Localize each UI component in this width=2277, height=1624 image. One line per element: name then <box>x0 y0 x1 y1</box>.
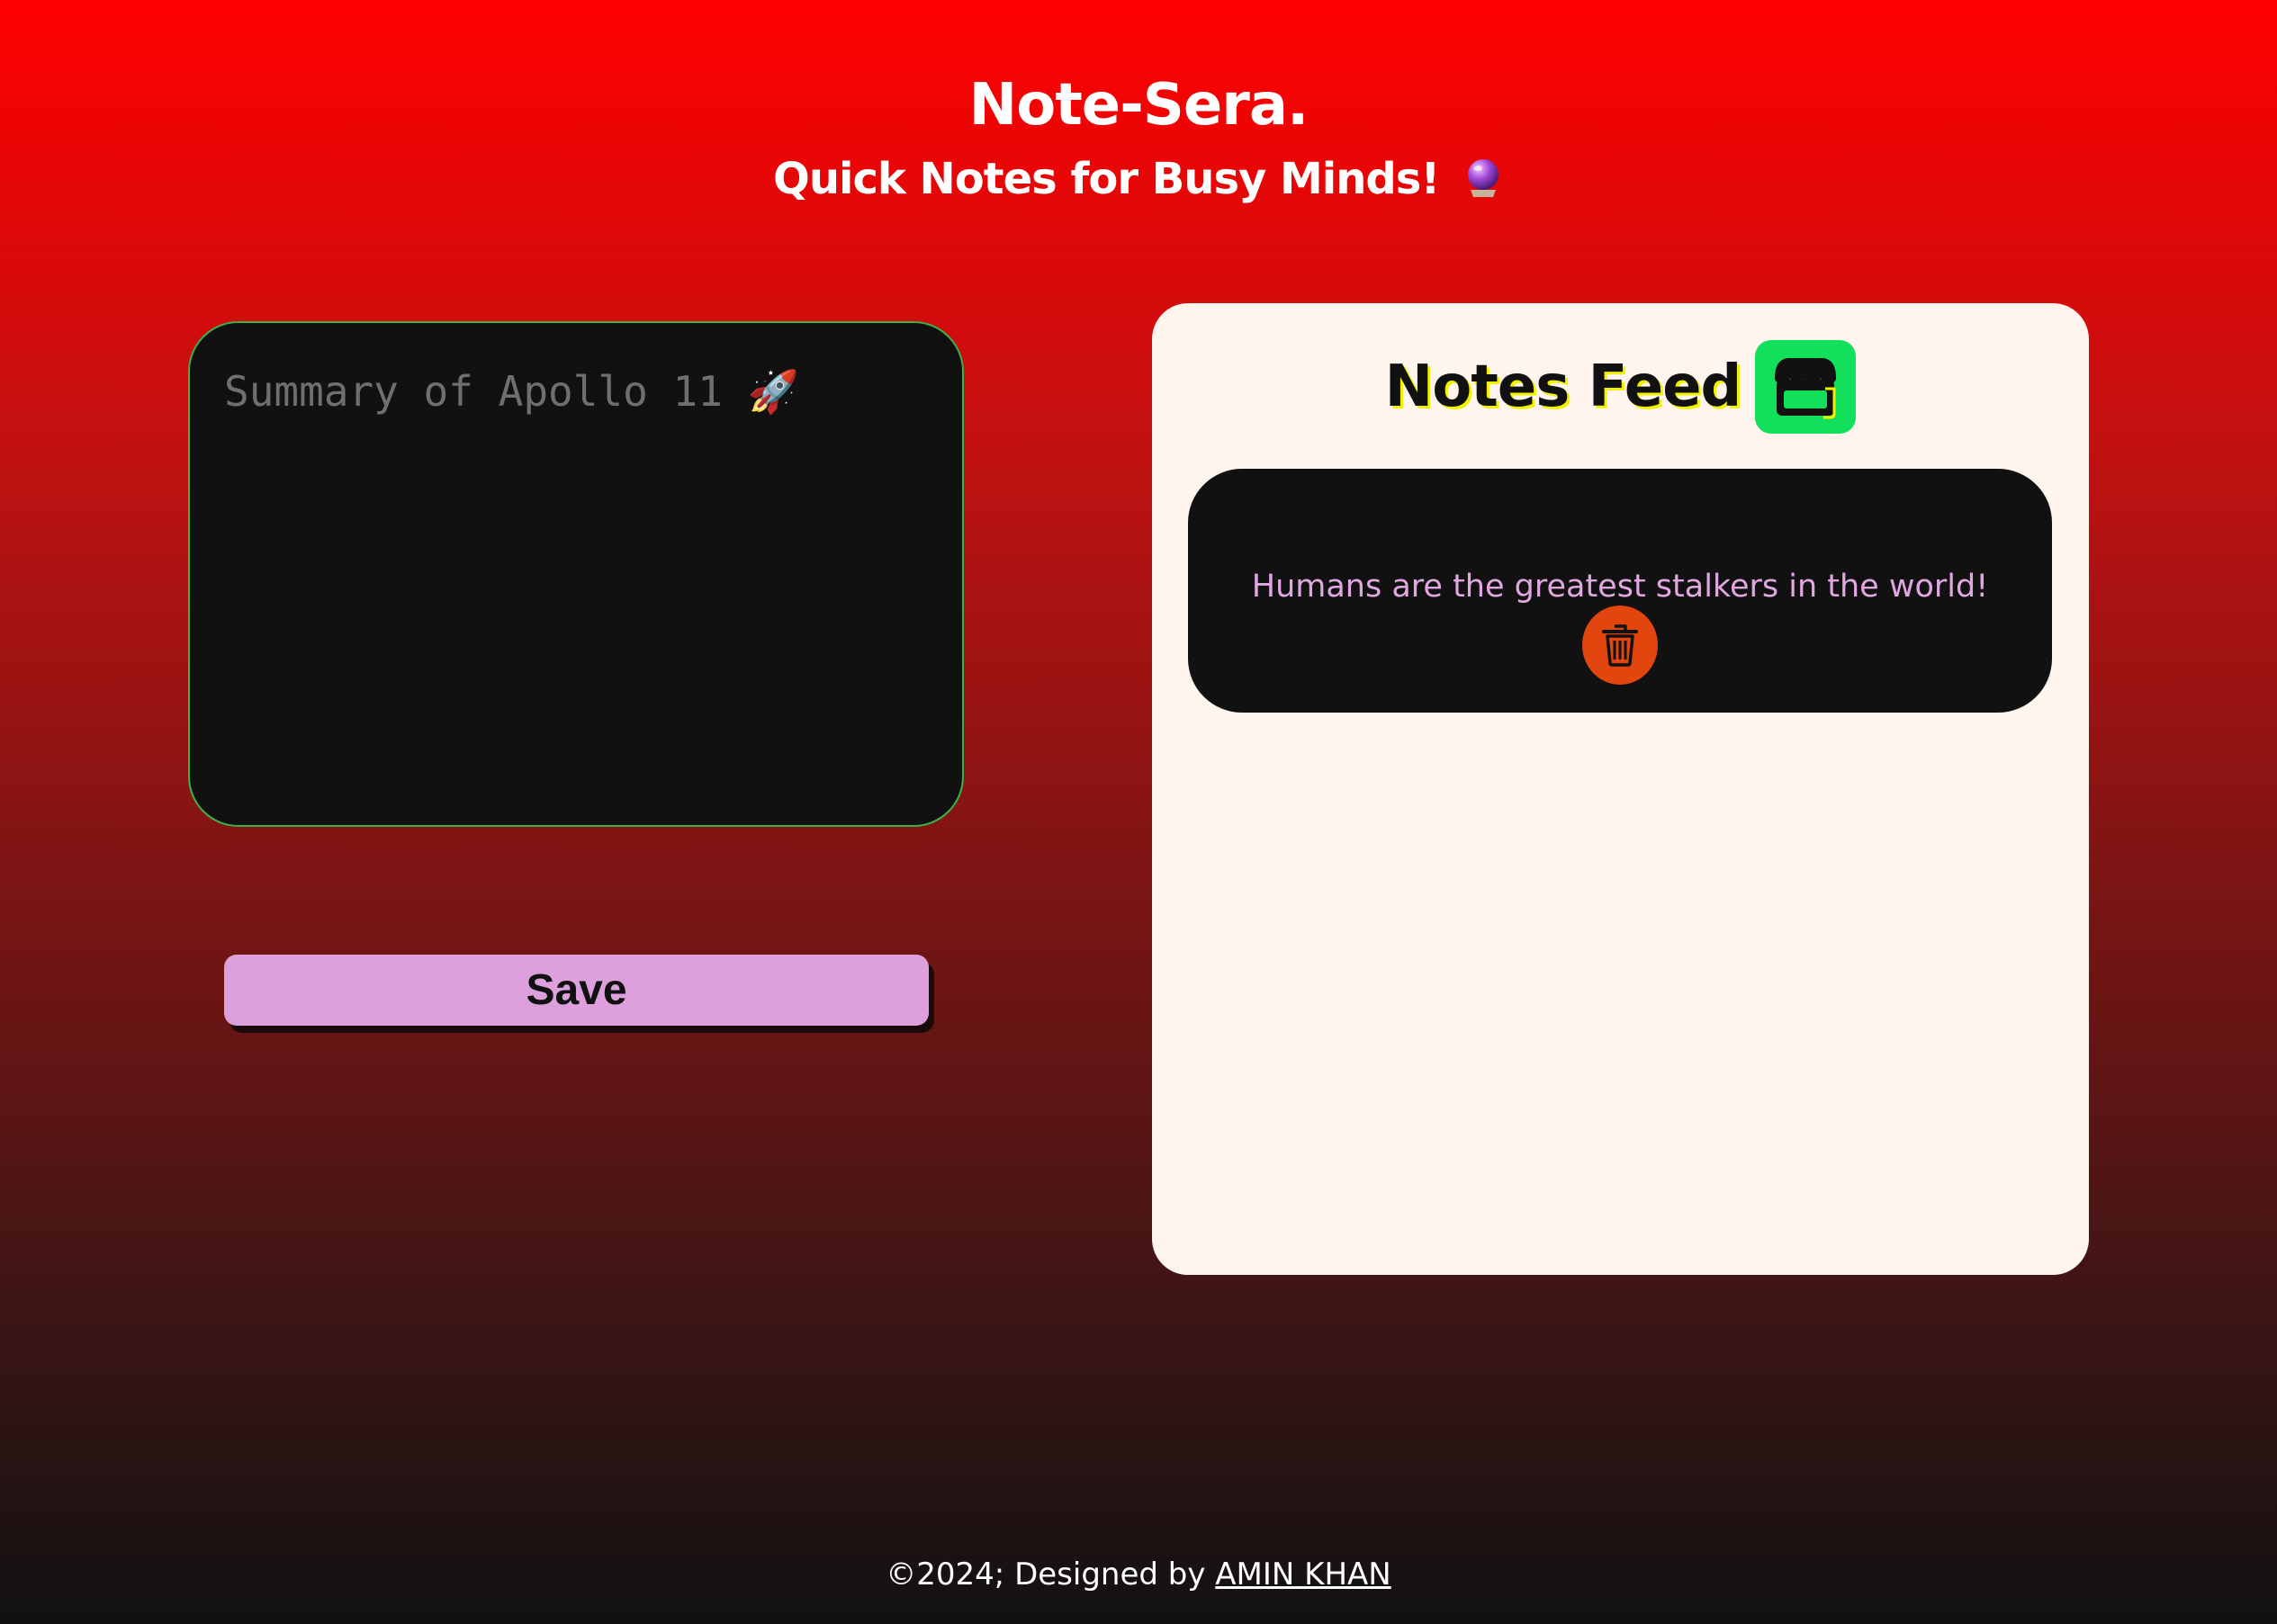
notes-feed-panel: Notes Feed Humans are the greatest stalk… <box>1152 303 2089 1275</box>
note-card: Humans are the greatest stalkers in the … <box>1188 469 2052 713</box>
page-subtitle: Quick Notes for Busy Minds! <box>0 149 2277 209</box>
note-input[interactable] <box>188 321 964 827</box>
save-button[interactable]: Save <box>224 955 929 1026</box>
note-text: Humans are the greatest stalkers in the … <box>1251 569 1989 605</box>
app-title: Note-Sera. <box>968 71 1310 139</box>
store-icon <box>1755 340 1857 434</box>
subtitle-text: Quick Notes for Busy Minds! <box>773 154 1440 204</box>
footer: ©2024; Designed by AMIN KHAN <box>0 1549 2277 1600</box>
delete-note-button[interactable] <box>1582 606 1658 685</box>
author-link[interactable]: AMIN KHAN <box>1215 1557 1390 1593</box>
crystal-ball-icon <box>1462 155 1504 197</box>
notes-feed-header: Notes Feed <box>1152 339 2089 435</box>
notes-feed-title: Notes Feed <box>1384 354 1742 420</box>
footer-text: ©2024; Designed by <box>886 1557 1206 1593</box>
